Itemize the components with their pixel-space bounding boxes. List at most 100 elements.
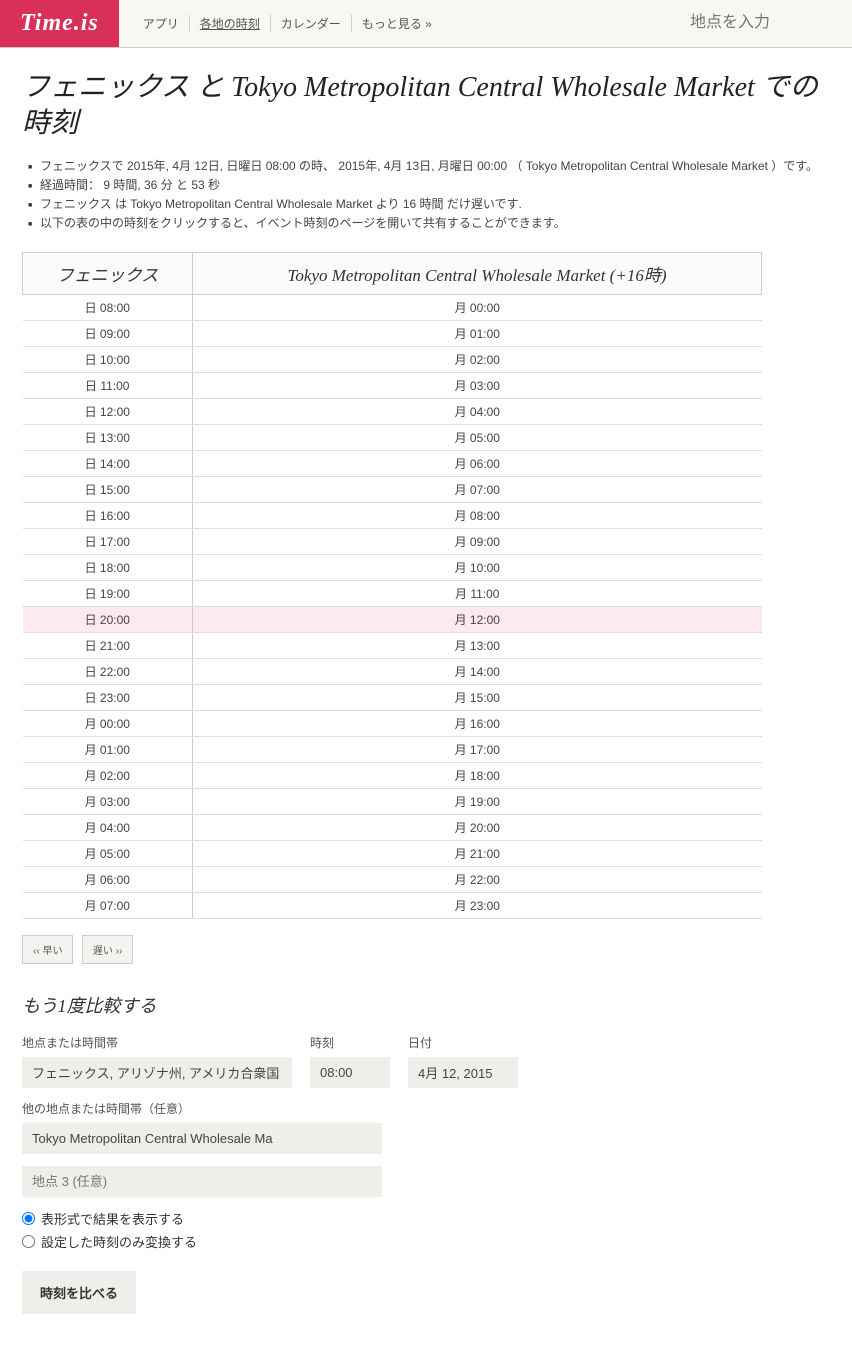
loc2-label: 他の地点または時間帯（任意） <box>22 1100 830 1117</box>
time-cell-tokyo[interactable]: 月 02:00 <box>193 346 762 372</box>
time-cell-tokyo[interactable]: 月 17:00 <box>193 736 762 762</box>
search-input[interactable] <box>672 0 852 46</box>
time-cell-tokyo[interactable]: 月 15:00 <box>193 684 762 710</box>
time-cell-phoenix[interactable]: 月 04:00 <box>23 814 193 840</box>
nav-more[interactable]: もっと見る » <box>352 15 442 32</box>
time-cell-phoenix[interactable]: 日 22:00 <box>23 658 193 684</box>
table-row[interactable]: 日 15:00月 07:00 <box>23 476 762 502</box>
table-row[interactable]: 日 08:00月 00:00 <box>23 294 762 320</box>
time-cell-phoenix[interactable]: 日 09:00 <box>23 320 193 346</box>
nav-calendar[interactable]: カレンダー <box>271 15 352 32</box>
table-row[interactable]: 日 13:00月 05:00 <box>23 424 762 450</box>
time-cell-phoenix[interactable]: 日 08:00 <box>23 294 193 320</box>
table-row[interactable]: 月 01:00月 17:00 <box>23 736 762 762</box>
later-button[interactable]: 遅い ›› <box>82 935 133 964</box>
table-row[interactable]: 日 20:00月 12:00 <box>23 606 762 632</box>
time-cell-phoenix[interactable]: 日 19:00 <box>23 580 193 606</box>
table-row[interactable]: 日 22:00月 14:00 <box>23 658 762 684</box>
table-row[interactable]: 日 10:00月 02:00 <box>23 346 762 372</box>
time-cell-phoenix[interactable]: 月 00:00 <box>23 710 193 736</box>
location2-input[interactable] <box>22 1123 382 1154</box>
pager: ‹‹ 早い 遅い ›› <box>22 935 830 964</box>
time-cell-tokyo[interactable]: 月 14:00 <box>193 658 762 684</box>
location-input[interactable] <box>22 1057 292 1088</box>
nav-world-clock[interactable]: 各地の時刻 <box>190 15 271 32</box>
time-cell-tokyo[interactable]: 月 09:00 <box>193 528 762 554</box>
time-cell-phoenix[interactable]: 日 13:00 <box>23 424 193 450</box>
time-cell-phoenix[interactable]: 日 21:00 <box>23 632 193 658</box>
table-row[interactable]: 日 21:00月 13:00 <box>23 632 762 658</box>
nav-apps[interactable]: アプリ <box>133 15 190 32</box>
time-cell-phoenix[interactable]: 日 18:00 <box>23 554 193 580</box>
time-cell-tokyo[interactable]: 月 10:00 <box>193 554 762 580</box>
logo[interactable]: Time.is <box>0 0 119 47</box>
location3-input[interactable] <box>22 1166 382 1197</box>
fact: 以下の表の中の時刻をクリックすると、イベント時刻のページを開いて共有することがで… <box>28 214 830 233</box>
compare-button[interactable]: 時刻を比べる <box>22 1271 136 1314</box>
table-row[interactable]: 日 09:00月 01:00 <box>23 320 762 346</box>
time-cell-tokyo[interactable]: 月 12:00 <box>193 606 762 632</box>
time-cell-tokyo[interactable]: 月 20:00 <box>193 814 762 840</box>
time-cell-tokyo[interactable]: 月 03:00 <box>193 372 762 398</box>
time-cell-phoenix[interactable]: 日 15:00 <box>23 476 193 502</box>
table-row[interactable]: 月 02:00月 18:00 <box>23 762 762 788</box>
time-cell-phoenix[interactable]: 日 16:00 <box>23 502 193 528</box>
time-cell-phoenix[interactable]: 日 17:00 <box>23 528 193 554</box>
main-nav: アプリ 各地の時刻 カレンダー もっと見る » <box>119 0 442 47</box>
table-row[interactable]: 日 23:00月 15:00 <box>23 684 762 710</box>
time-cell-tokyo[interactable]: 月 08:00 <box>193 502 762 528</box>
table-row[interactable]: 日 17:00月 09:00 <box>23 528 762 554</box>
time-cell-tokyo[interactable]: 月 21:00 <box>193 840 762 866</box>
time-input[interactable] <box>310 1057 390 1088</box>
time-cell-phoenix[interactable]: 日 14:00 <box>23 450 193 476</box>
time-cell-phoenix[interactable]: 月 07:00 <box>23 892 193 918</box>
earlier-button[interactable]: ‹‹ 早い <box>22 935 73 964</box>
time-cell-phoenix[interactable]: 月 05:00 <box>23 840 193 866</box>
time-cell-tokyo[interactable]: 月 07:00 <box>193 476 762 502</box>
time-cell-tokyo[interactable]: 月 00:00 <box>193 294 762 320</box>
table-row[interactable]: 日 18:00月 10:00 <box>23 554 762 580</box>
time-cell-tokyo[interactable]: 月 05:00 <box>193 424 762 450</box>
time-cell-tokyo[interactable]: 月 18:00 <box>193 762 762 788</box>
col-header-tokyo: Tokyo Metropolitan Central Wholesale Mar… <box>193 252 762 294</box>
time-cell-tokyo[interactable]: 月 19:00 <box>193 788 762 814</box>
table-row[interactable]: 日 12:00月 04:00 <box>23 398 762 424</box>
time-cell-tokyo[interactable]: 月 06:00 <box>193 450 762 476</box>
time-label: 時刻 <box>310 1034 390 1051</box>
time-cell-tokyo[interactable]: 月 11:00 <box>193 580 762 606</box>
table-row[interactable]: 月 03:00月 19:00 <box>23 788 762 814</box>
table-row[interactable]: 日 19:00月 11:00 <box>23 580 762 606</box>
search <box>672 0 852 47</box>
time-cell-tokyo[interactable]: 月 01:00 <box>193 320 762 346</box>
table-row[interactable]: 日 14:00月 06:00 <box>23 450 762 476</box>
radio-table-label: 表形式で結果を表示する <box>41 1209 184 1228</box>
time-cell-tokyo[interactable]: 月 23:00 <box>193 892 762 918</box>
table-row[interactable]: 月 07:00月 23:00 <box>23 892 762 918</box>
compare-heading: もう1度比較する <box>22 992 830 1018</box>
facts-list: フェニックスで 2015年, 4月 12日, 日曜日 08:00 の時、 201… <box>22 157 830 234</box>
time-cell-phoenix[interactable]: 日 20:00 <box>23 606 193 632</box>
table-row[interactable]: 日 11:00月 03:00 <box>23 372 762 398</box>
time-cell-phoenix[interactable]: 日 11:00 <box>23 372 193 398</box>
time-cell-tokyo[interactable]: 月 16:00 <box>193 710 762 736</box>
fact: フェニックスで 2015年, 4月 12日, 日曜日 08:00 の時、 201… <box>28 157 830 176</box>
time-cell-tokyo[interactable]: 月 13:00 <box>193 632 762 658</box>
time-cell-phoenix[interactable]: 日 12:00 <box>23 398 193 424</box>
table-row[interactable]: 日 16:00月 08:00 <box>23 502 762 528</box>
time-cell-phoenix[interactable]: 月 01:00 <box>23 736 193 762</box>
time-cell-phoenix[interactable]: 月 03:00 <box>23 788 193 814</box>
time-cell-phoenix[interactable]: 月 02:00 <box>23 762 193 788</box>
radio-convert[interactable] <box>22 1235 35 1248</box>
table-row[interactable]: 月 04:00月 20:00 <box>23 814 762 840</box>
topbar: Time.is アプリ 各地の時刻 カレンダー もっと見る » <box>0 0 852 48</box>
radio-table[interactable] <box>22 1212 35 1225</box>
date-input[interactable] <box>408 1057 518 1088</box>
time-cell-tokyo[interactable]: 月 22:00 <box>193 866 762 892</box>
time-cell-phoenix[interactable]: 月 06:00 <box>23 866 193 892</box>
time-cell-phoenix[interactable]: 日 23:00 <box>23 684 193 710</box>
table-row[interactable]: 月 06:00月 22:00 <box>23 866 762 892</box>
table-row[interactable]: 月 00:00月 16:00 <box>23 710 762 736</box>
time-cell-phoenix[interactable]: 日 10:00 <box>23 346 193 372</box>
time-cell-tokyo[interactable]: 月 04:00 <box>193 398 762 424</box>
table-row[interactable]: 月 05:00月 21:00 <box>23 840 762 866</box>
